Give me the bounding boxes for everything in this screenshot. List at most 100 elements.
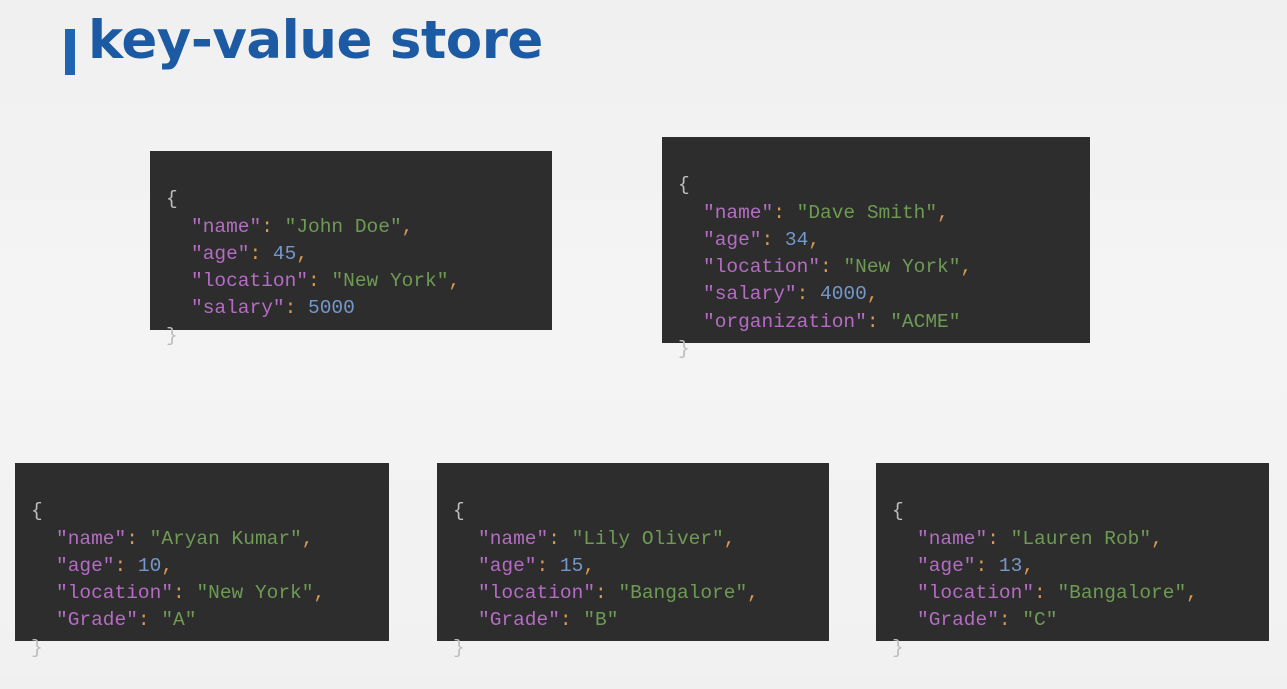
- field-comma: ,: [1186, 582, 1198, 605]
- field-key: "location": [191, 270, 309, 293]
- close-brace: }: [892, 636, 904, 659]
- field-value: "Lily Oliver": [571, 527, 724, 550]
- field-comma: ,: [723, 527, 736, 550]
- field-value: "John Doe": [284, 215, 402, 238]
- field-location: "location": "New York",: [678, 254, 1090, 281]
- field-separator: :: [126, 527, 150, 550]
- field-separator: :: [998, 609, 1023, 632]
- field-key: "name": [703, 201, 774, 224]
- field-key: "Grade": [478, 609, 560, 632]
- field-age: "age": 45,: [166, 241, 552, 268]
- field-value: "Lauren Rob": [1010, 527, 1152, 550]
- field-key: "salary": [703, 283, 797, 306]
- field-value: "Bangalore": [1057, 582, 1187, 605]
- field-separator: :: [1034, 582, 1058, 605]
- field-separator: :: [773, 201, 797, 224]
- field-comma: ,: [583, 554, 596, 577]
- open-brace: {: [892, 500, 904, 523]
- open-brace: {: [453, 500, 465, 523]
- close-brace: }: [166, 324, 178, 347]
- field-separator: :: [548, 527, 572, 550]
- field-name: "name": "John Doe",: [166, 214, 552, 241]
- field-separator: :: [261, 215, 285, 238]
- field-key: "age": [191, 242, 250, 265]
- field-separator: :: [536, 554, 560, 577]
- open-brace: {: [166, 188, 178, 211]
- field-separator: :: [114, 554, 138, 577]
- json-record-aryan-kumar: { "name": "Aryan Kumar", "age": 10, "locati…: [15, 463, 389, 659]
- field-separator: :: [308, 270, 332, 293]
- field-comma: ,: [301, 527, 314, 550]
- field-age: "age": 15,: [453, 553, 829, 580]
- field-name: "name": "Lauren Rob",: [892, 526, 1269, 553]
- field-value: 45: [272, 242, 297, 265]
- close-brace: }: [453, 636, 465, 659]
- field-age: "age": 10,: [31, 553, 389, 580]
- field-value: 4000: [820, 283, 867, 306]
- field-comma: ,: [313, 582, 326, 605]
- field-grade: "Grade": "B": [453, 607, 829, 634]
- json-record-dave-smith: {"name": "Dave Smith", "age": 34, "locatio…: [662, 137, 1090, 360]
- page-title: key-value store: [88, 10, 543, 71]
- field-separator: :: [866, 310, 891, 333]
- close-brace: }: [678, 338, 690, 361]
- field-key: "age": [917, 554, 976, 577]
- field-separator: :: [595, 582, 619, 605]
- field-salary: "salary": 4000,: [678, 281, 1090, 308]
- field-value: "New York": [331, 270, 449, 293]
- field-comma: ,: [937, 201, 949, 224]
- field-separator: :: [820, 256, 844, 279]
- field-location: "location": "New York",: [31, 580, 389, 607]
- field-comma: ,: [808, 228, 821, 251]
- field-value: 10: [137, 554, 162, 577]
- field-age: "age": 34,: [678, 227, 1090, 254]
- field-comma: ,: [448, 270, 461, 293]
- field-key: "age": [703, 228, 762, 251]
- field-age: "age": 13,: [892, 553, 1269, 580]
- field-key: "Grade": [917, 609, 999, 632]
- field-grade: "Grade": "C": [892, 607, 1269, 634]
- field-key: "name": [478, 527, 549, 550]
- field-value: "Aryan Kumar": [149, 527, 302, 550]
- field-value: "New York": [843, 256, 961, 279]
- field-location: "location": "Bangalore",: [892, 580, 1269, 607]
- field-separator: :: [796, 283, 821, 306]
- field-comma: ,: [960, 256, 973, 279]
- field-separator: :: [987, 527, 1011, 550]
- field-key: "name": [917, 527, 988, 550]
- title-accent-bar: [65, 29, 75, 75]
- json-record-lily-oliver: {"name": "Lily Oliver", "age": 15, "locati…: [437, 463, 829, 659]
- field-separator: :: [173, 582, 197, 605]
- field-comma: ,: [161, 554, 174, 577]
- field-value: "C": [1022, 609, 1058, 632]
- close-brace: }: [31, 636, 43, 659]
- field-key: "age": [478, 554, 537, 577]
- field-comma: ,: [1151, 527, 1163, 550]
- field-value: 13: [998, 554, 1023, 577]
- field-key: "location": [56, 582, 174, 605]
- field-salary: "salary": 5000: [166, 295, 552, 322]
- field-separator: :: [284, 297, 309, 320]
- field-location: "location": "New York",: [166, 268, 552, 295]
- field-location: "location": "Bangalore",: [453, 580, 829, 607]
- field-organization: "organization": "ACME": [678, 309, 1090, 336]
- field-comma: ,: [747, 582, 759, 605]
- field-name: "name": "Aryan Kumar",: [31, 526, 389, 553]
- field-value: "A": [161, 609, 197, 632]
- field-key: "location": [478, 582, 596, 605]
- field-key: "location": [703, 256, 821, 279]
- field-comma: ,: [866, 283, 879, 306]
- json-record-john-doe: {"name": "John Doe", "age": 45, "location"…: [150, 151, 552, 347]
- field-value: 15: [559, 554, 584, 577]
- field-name: "name": "Lily Oliver",: [453, 526, 829, 553]
- open-brace: {: [678, 174, 690, 197]
- field-key: "name": [191, 215, 262, 238]
- field-value: "Bangalore": [618, 582, 748, 605]
- field-key: "organization": [703, 310, 867, 333]
- field-comma: ,: [296, 242, 309, 265]
- open-brace: {: [31, 500, 43, 523]
- field-value: 34: [784, 228, 809, 251]
- field-separator: :: [249, 242, 273, 265]
- field-value: "ACME": [890, 310, 961, 333]
- field-key: "salary": [191, 297, 285, 320]
